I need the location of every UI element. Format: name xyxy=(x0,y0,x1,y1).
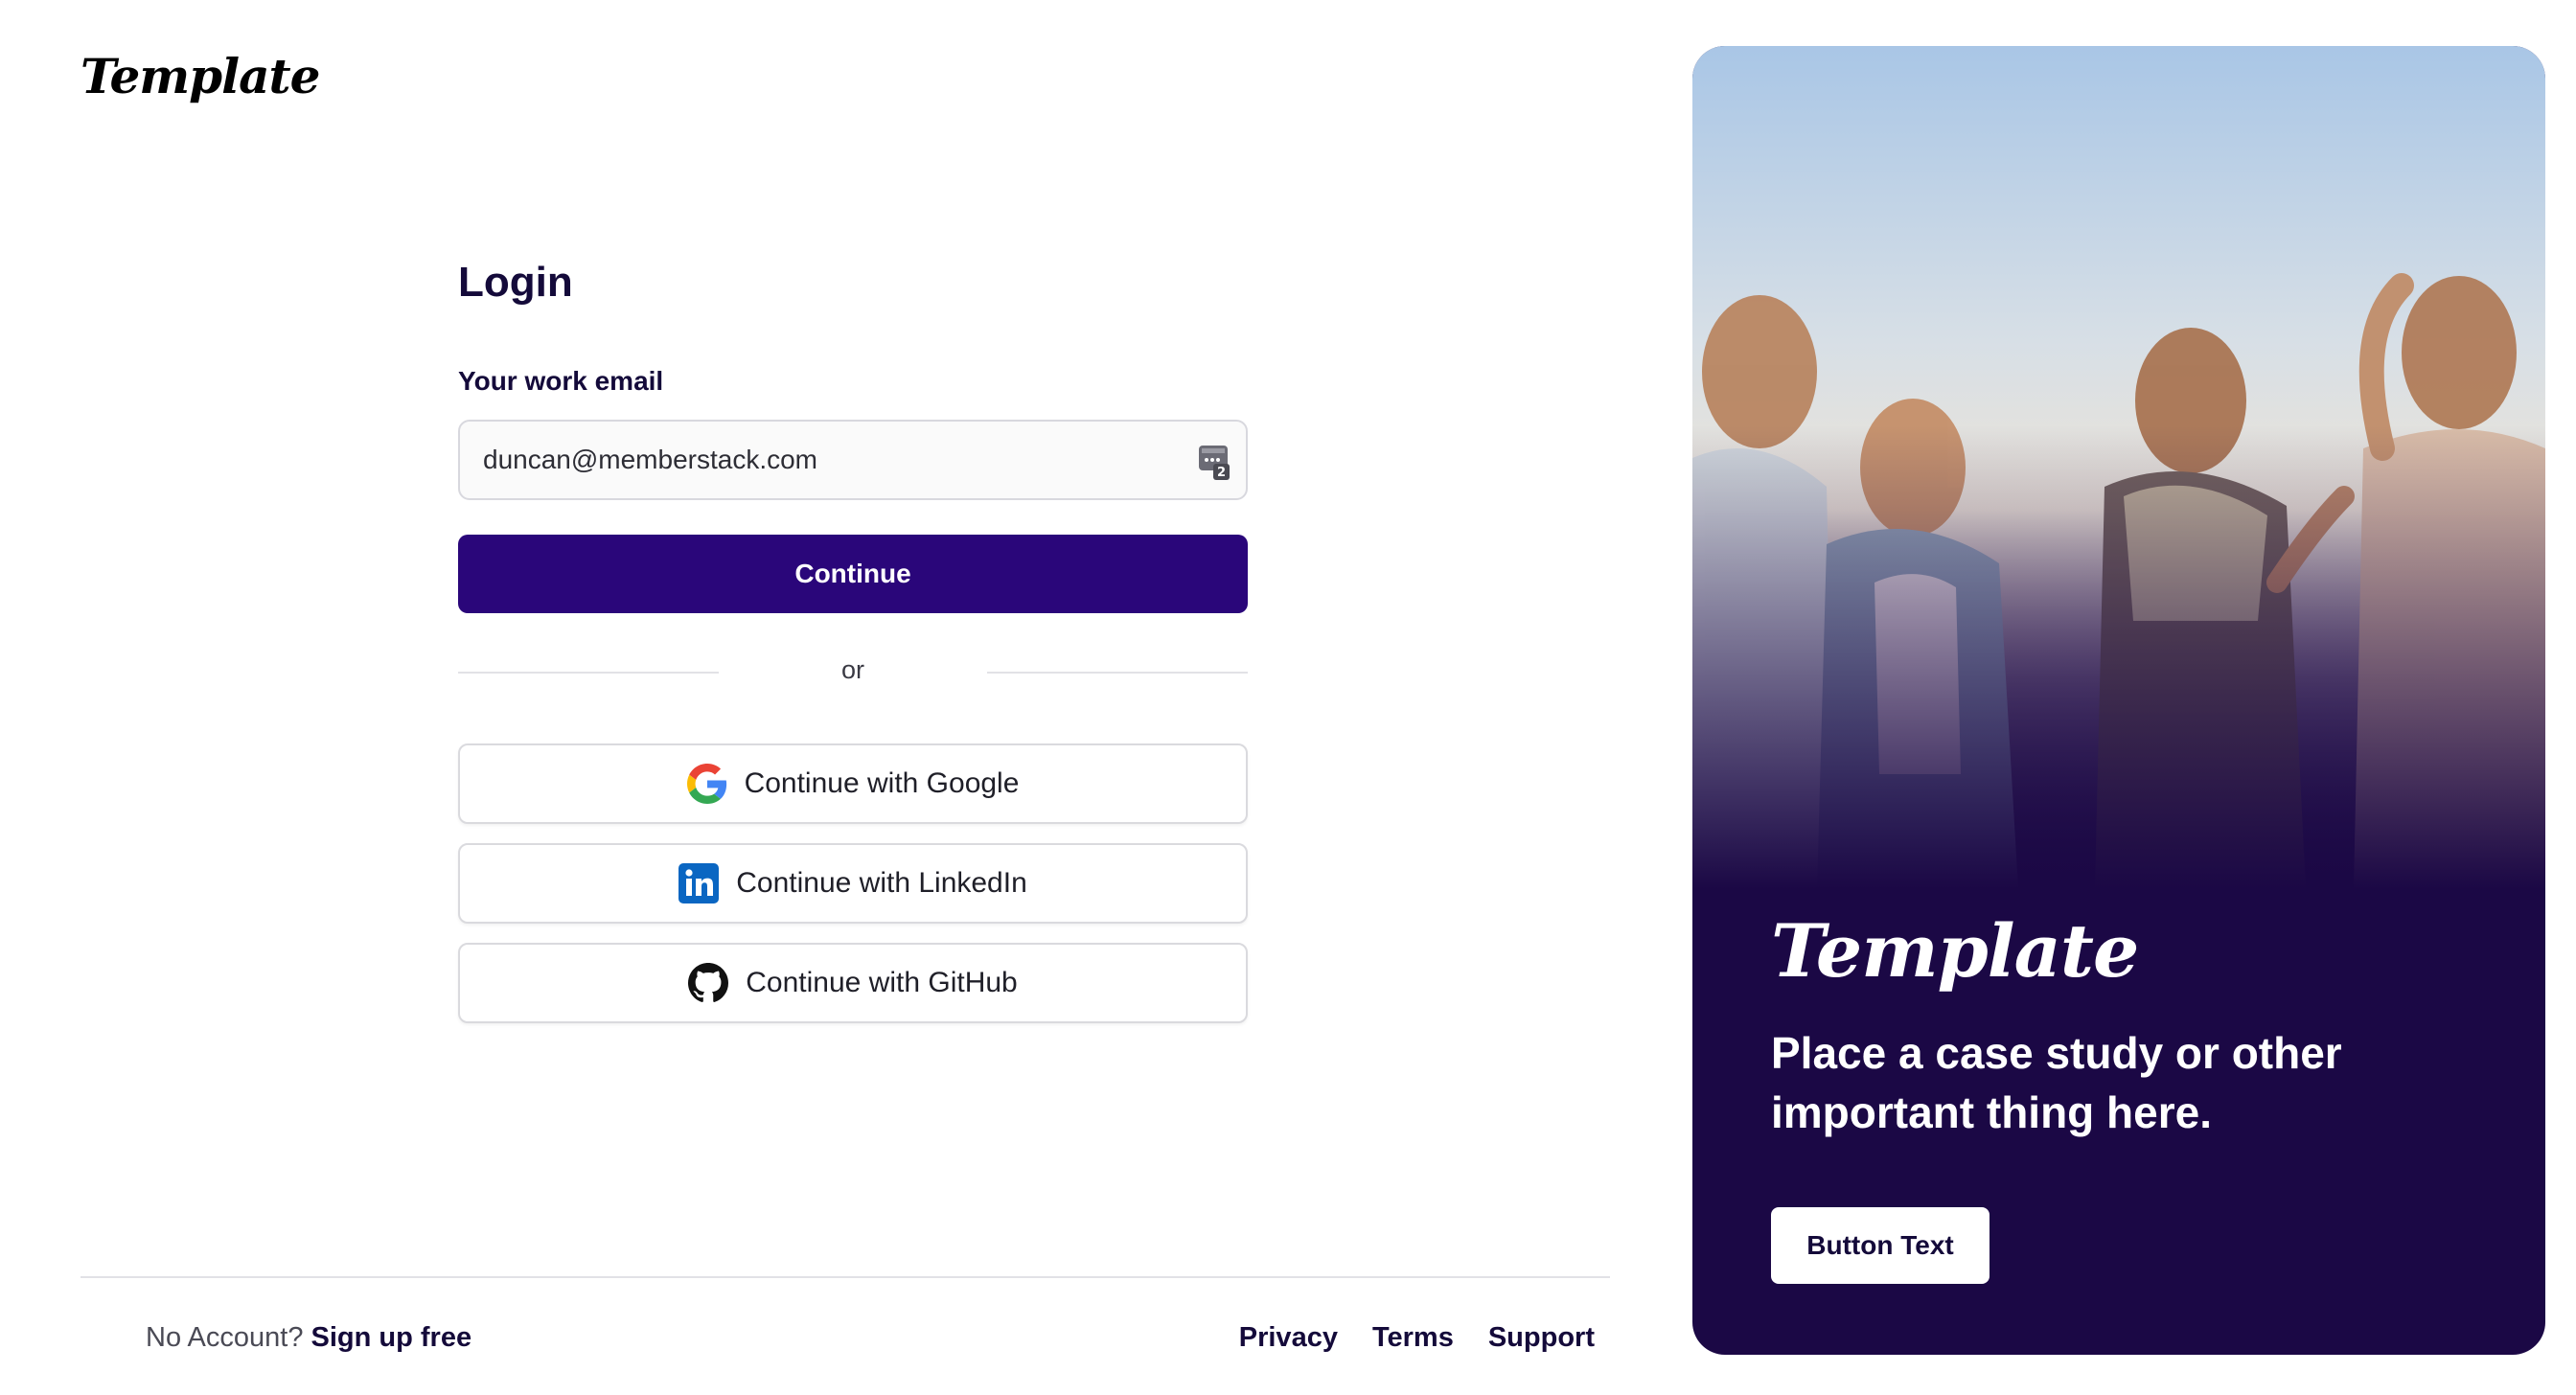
terms-link[interactable]: Terms xyxy=(1372,1322,1454,1354)
or-divider: or xyxy=(458,655,1248,688)
google-login-button[interactable]: Continue with Google xyxy=(458,743,1248,824)
promo-headline: Place a case study or other important th… xyxy=(1771,1028,2342,1137)
github-login-button[interactable]: Continue with GitHub xyxy=(458,943,1248,1023)
linkedin-login-button[interactable]: Continue with LinkedIn xyxy=(458,843,1248,924)
email-label: Your work email xyxy=(458,366,664,396)
svg-text:2: 2 xyxy=(1217,466,1226,480)
email-field-wrapper: 2 xyxy=(458,420,1248,500)
divider-line-right xyxy=(987,672,1248,674)
footer-links: Privacy Terms Support xyxy=(1239,1322,1595,1354)
signup-link[interactable]: Sign up free xyxy=(311,1322,472,1353)
github-login-label: Continue with GitHub xyxy=(746,967,1018,998)
no-account-text: No Account? xyxy=(146,1322,304,1353)
autofill-key-icon[interactable]: 2 xyxy=(1198,445,1230,481)
linkedin-login-label: Continue with LinkedIn xyxy=(736,867,1027,899)
privacy-link[interactable]: Privacy xyxy=(1239,1322,1338,1354)
signup-prompt: No Account? Sign up free xyxy=(146,1322,472,1354)
support-link[interactable]: Support xyxy=(1488,1322,1595,1354)
google-icon xyxy=(686,764,726,804)
continue-button[interactable]: Continue xyxy=(458,535,1248,613)
brand-logo[interactable]: Template xyxy=(80,48,320,104)
divider-text: or xyxy=(840,655,864,684)
promo-panel: Template Place a case study or other imp… xyxy=(1692,46,2545,1355)
email-field[interactable] xyxy=(483,445,1223,475)
footer-divider xyxy=(80,1276,1610,1278)
google-login-label: Continue with Google xyxy=(744,767,1020,799)
linkedin-icon xyxy=(678,863,720,903)
github-icon xyxy=(688,963,729,1002)
promo-photo xyxy=(1692,46,2545,889)
promo-logo: Template xyxy=(1771,908,2139,994)
promo-cta-button[interactable]: Button Text xyxy=(1771,1207,1990,1284)
page-title: Login xyxy=(458,259,573,306)
login-page: Template Login Your work email 2 Continu… xyxy=(0,0,2576,1395)
login-form: Login Your work email 2 Continue or xyxy=(458,259,1248,1023)
